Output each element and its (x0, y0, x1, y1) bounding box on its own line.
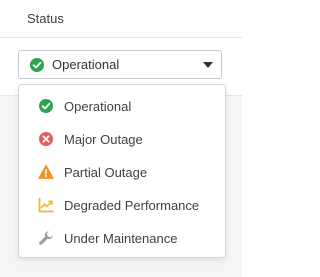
menu-item-degraded-performance[interactable]: Degraded Performance (19, 189, 225, 222)
menu-item-operational[interactable]: Operational (19, 90, 225, 123)
menu-item-partial-outage[interactable]: Partial Outage (19, 156, 225, 189)
menu-item-label: Partial Outage (64, 165, 148, 180)
menu-item-label: Operational (64, 99, 132, 114)
menu-item-label: Under Maintenance (64, 231, 178, 246)
wrench-icon (38, 230, 54, 246)
menu-item-label: Degraded Performance (64, 198, 200, 213)
menu-item-under-maintenance[interactable]: Under Maintenance (19, 222, 225, 255)
header-bar: Status (0, 0, 242, 38)
select-value: Operational (52, 57, 120, 72)
check-circle-icon (29, 57, 45, 73)
menu-item-label: Major Outage (64, 132, 143, 147)
status-column-label: Status (27, 11, 64, 26)
trending-chart-icon (38, 197, 54, 213)
menu-item-major-outage[interactable]: Major Outage (19, 123, 225, 156)
status-dropdown-menu: Operational Major Outage Partial Outage (18, 84, 226, 258)
x-circle-icon (38, 131, 54, 147)
status-select[interactable]: Operational (18, 50, 222, 79)
warning-triangle-icon (38, 164, 54, 180)
check-circle-icon (38, 98, 54, 114)
chevron-down-icon (203, 62, 213, 68)
